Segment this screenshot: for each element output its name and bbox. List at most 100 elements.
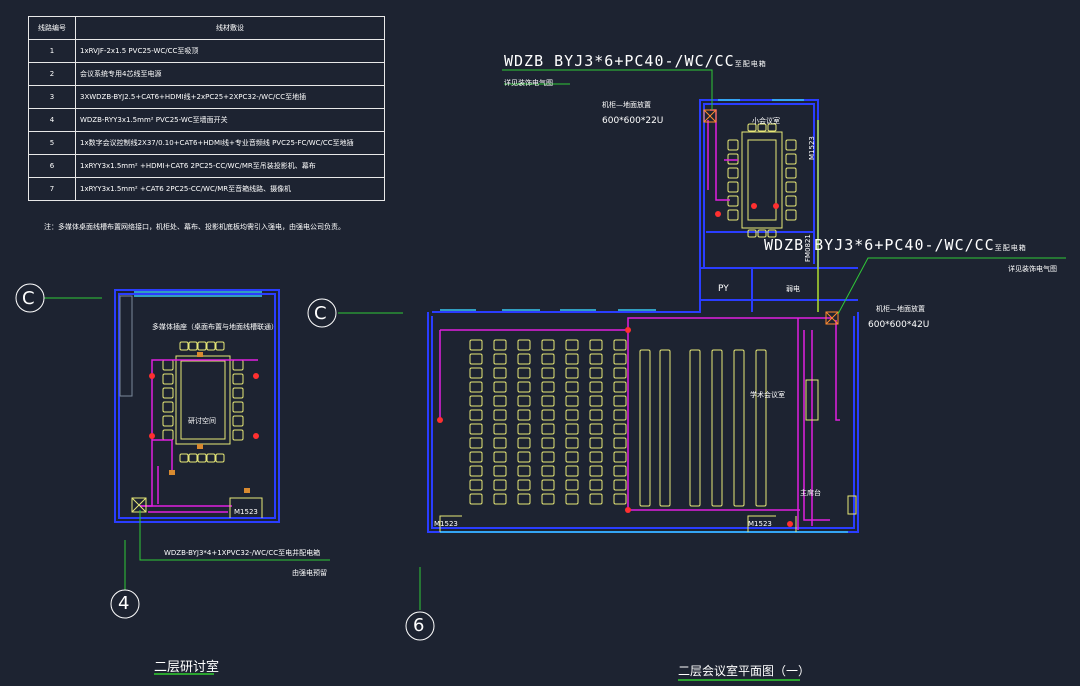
axis-line-c-left	[44, 297, 421, 610]
hall-seat	[565, 381, 579, 393]
door-fm-label: FM0821	[804, 234, 812, 262]
hall-seat	[613, 465, 627, 477]
hall-seat	[589, 451, 603, 463]
title-conference-plan: 二层会议室平面图（一）	[678, 664, 811, 678]
hall-seat	[613, 353, 627, 365]
hall-seat	[493, 465, 507, 477]
hall-seat	[589, 395, 603, 407]
legend-row-description: 会议系统专用4芯线至电源	[75, 62, 385, 86]
hall-seat	[517, 493, 531, 505]
axis-label-c-right: C	[314, 303, 327, 324]
hall-seat	[493, 409, 507, 421]
study-chair	[197, 341, 207, 351]
hall-seat	[541, 493, 555, 505]
hall-long-table	[733, 349, 745, 507]
study-chair	[162, 415, 174, 427]
door-m4-label: M1523	[234, 508, 258, 516]
hall-seat	[469, 465, 483, 477]
hall-seat	[613, 437, 627, 449]
study-chair	[179, 341, 189, 351]
study-chair	[215, 453, 225, 463]
hall-seat	[469, 353, 483, 365]
legend-note: 注：多媒体桌面线槽布置网络接口，机柜处、幕布、投影机底板均需引入强电，由强电公司…	[44, 223, 345, 231]
hall-seat	[589, 409, 603, 421]
small-room-chair	[785, 167, 797, 179]
small-room-table	[741, 131, 783, 229]
hall-seat	[493, 367, 507, 379]
hall-seat	[469, 437, 483, 449]
door-m2-label: M1523	[434, 520, 458, 528]
hall-seat	[565, 465, 579, 477]
hall-seat	[613, 479, 627, 491]
hall-seat	[589, 381, 603, 393]
hall-seat	[469, 381, 483, 393]
feeder-leaders	[502, 69, 1066, 315]
hall-seat	[565, 353, 579, 365]
hall-seat	[613, 381, 627, 393]
legend-header-number: 线路编号	[28, 16, 76, 40]
hall-seat	[469, 451, 483, 463]
legend-row: 5 1x数字会议控制线2X37/0.10+CAT6+HDMI线+专业音频线 PVC…	[28, 131, 385, 155]
axis-label-4: 4	[118, 593, 130, 614]
small-room-chair	[727, 153, 739, 165]
hall-long-table	[689, 349, 701, 507]
hall-seat	[517, 381, 531, 393]
hall-seat	[517, 451, 531, 463]
legend-row-number: 4	[28, 108, 76, 132]
study-table	[175, 355, 231, 445]
legend-row: 7 1xRYY3x1.5mm² +CAT6 2PC25-CC/WC/MR至音箱线路…	[28, 177, 385, 201]
hall-seat	[493, 381, 507, 393]
hall-seat	[589, 465, 603, 477]
hall-seat	[613, 423, 627, 435]
hall-seat	[541, 353, 555, 365]
hall-seat	[493, 451, 507, 463]
legend-row-number: 5	[28, 131, 76, 155]
hall-seat	[589, 493, 603, 505]
hall-seat	[517, 423, 531, 435]
study-chair	[197, 453, 207, 463]
legend-row-number: 1	[28, 39, 76, 63]
door-m1-label: M1523	[808, 136, 816, 160]
study-chair	[232, 429, 244, 441]
study-chair	[162, 373, 174, 385]
hall-seat	[589, 437, 603, 449]
hall-seat	[589, 479, 603, 491]
hall-seat	[541, 423, 555, 435]
study-chair	[232, 373, 244, 385]
hall-seat	[517, 367, 531, 379]
study-chair	[215, 341, 225, 351]
hall-seat	[613, 395, 627, 407]
study-chair	[232, 387, 244, 399]
hall-seat	[469, 339, 483, 351]
hall-seat	[517, 465, 531, 477]
study-chair	[162, 387, 174, 399]
hall-seat	[565, 451, 579, 463]
feed-top-note: 详见装饰电气图	[504, 79, 553, 87]
room-py-label: PY	[718, 284, 729, 294]
hall-seat	[469, 395, 483, 407]
cabinet-mid-size: 600*600*42U	[868, 320, 930, 330]
cabinet-top-label: 机柜—地面放置	[602, 101, 651, 109]
small-room-chair	[727, 167, 739, 179]
legend-row-description: 1x数字会议控制线2X37/0.10+CAT6+HDMI线+专业音频线 PVC2…	[75, 131, 385, 155]
hall-seat	[613, 493, 627, 505]
hall-seat	[469, 479, 483, 491]
cabinet-top	[703, 109, 717, 123]
hall-seat	[613, 367, 627, 379]
hall-seat	[565, 423, 579, 435]
small-room-chair	[727, 209, 739, 221]
hall-seat	[589, 423, 603, 435]
room-elec-label: 弱电	[786, 285, 800, 293]
hall-seat	[493, 493, 507, 505]
hall-seat	[541, 381, 555, 393]
hall-seat	[493, 479, 507, 491]
lecture-room-label: 学术会议室	[750, 391, 785, 399]
hall-seat	[565, 395, 579, 407]
feed-left-spec: WDZB-BYJ3*4+1XPVC32-/WC/CC至电井配电箱	[164, 549, 321, 557]
hall-seat	[493, 437, 507, 449]
small-room-chair	[785, 181, 797, 193]
hall-walls	[427, 99, 859, 533]
hall-long-table	[639, 349, 651, 507]
hall-seat	[541, 409, 555, 421]
hall-seat	[469, 367, 483, 379]
